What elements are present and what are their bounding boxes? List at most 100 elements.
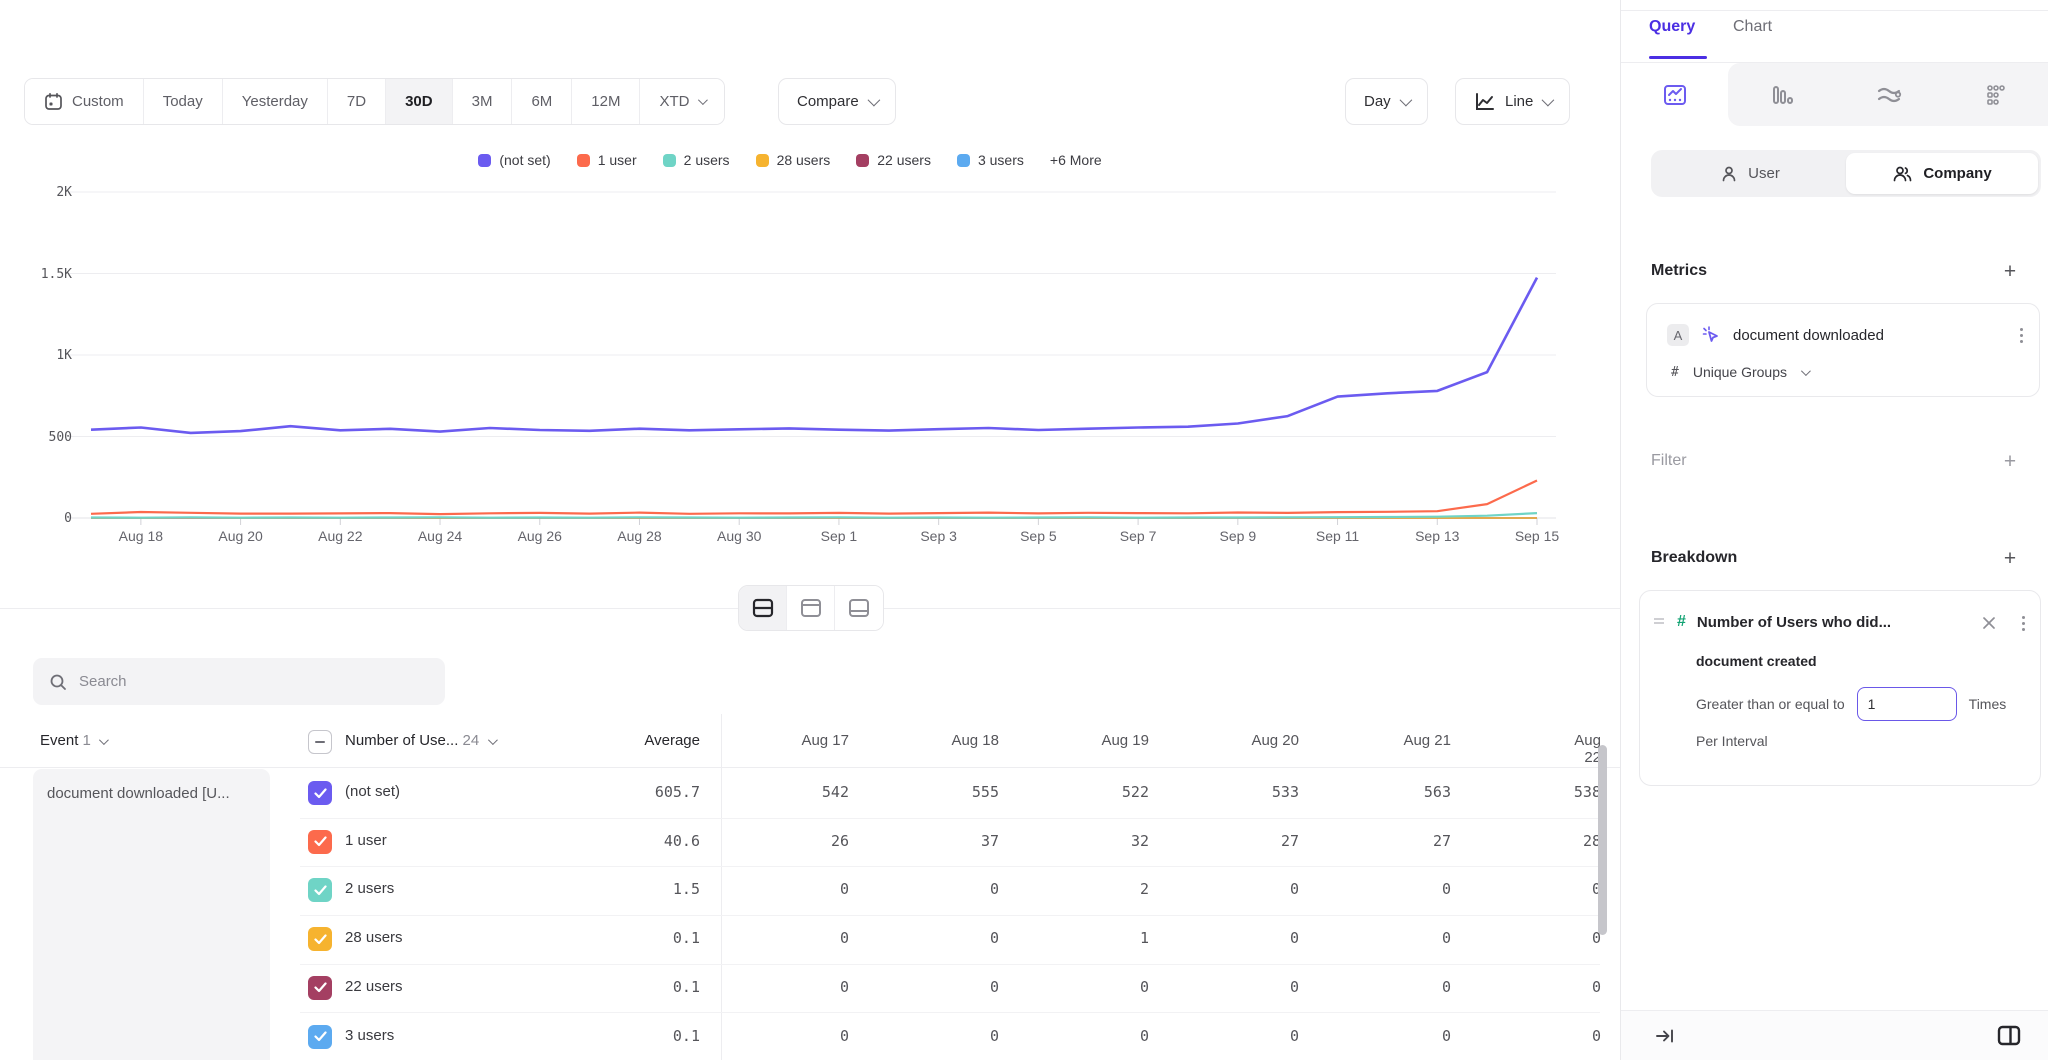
collapse-panel-icon[interactable] [1655, 1027, 1675, 1045]
check-icon [314, 836, 327, 847]
metric-letter-badge: A [1667, 324, 1689, 346]
layout-bottom-panel-button[interactable] [835, 586, 883, 630]
date-column-header[interactable]: Aug 19 [1101, 732, 1149, 749]
data-value: 26 [831, 832, 849, 850]
date-column-header[interactable]: Aug 20 [1251, 732, 1299, 749]
y-axis-label: 500 [14, 430, 72, 445]
layout-split-view-button[interactable] [739, 586, 787, 630]
panel-bar-chart-button[interactable] [1728, 63, 1835, 126]
breakdown-event-name[interactable]: document created [1696, 653, 1817, 669]
series-checkbox[interactable] [308, 781, 332, 805]
table-row: 3 users0.1000000 [0, 1013, 1620, 1060]
line-chart: 05001K1.5K2K Aug 18Aug 20Aug 22Aug 24Aug… [0, 0, 1620, 610]
x-axis-label: Aug 26 [518, 528, 562, 544]
breakdown-title[interactable]: Number of Users who did... [1697, 614, 1891, 631]
tab-chart[interactable]: Chart [1733, 18, 1772, 36]
results-table: Event 1 Number of Use... 24 Average Aug … [0, 714, 1620, 1060]
metric-event-name[interactable]: document downloaded [1733, 327, 1884, 344]
close-icon[interactable] [1982, 616, 1996, 630]
series-label: 2 users [345, 880, 394, 897]
scope-toggle: User Company [1651, 150, 2041, 197]
drag-handle-icon[interactable] [1652, 615, 1666, 629]
add-breakdown-button[interactable]: + [2000, 549, 2020, 569]
average-value: 0.1 [673, 978, 700, 996]
filter-heading: Filter [1651, 452, 1687, 470]
data-value: 542 [822, 783, 849, 801]
data-value: 1 [1140, 929, 1149, 947]
x-axis-label: Sep 15 [1515, 528, 1559, 544]
breakdown-kebab-menu[interactable] [2022, 616, 2025, 631]
breakdown-value-input[interactable] [1857, 687, 1957, 721]
side-panel-toggle-icon[interactable] [1997, 1025, 2021, 1046]
series-line-1-user[interactable] [91, 481, 1537, 515]
series-count: 24 [463, 732, 480, 749]
data-value: 27 [1433, 832, 1451, 850]
data-value: 0 [1442, 880, 1451, 898]
scope-company-button[interactable]: Company [1846, 153, 2038, 194]
y-axis-label: 1.5K [14, 267, 72, 282]
data-value: 0 [1592, 1027, 1601, 1045]
aggregation-selector[interactable]: Unique Groups [1693, 364, 1787, 380]
check-icon [314, 934, 327, 945]
data-value: 0 [840, 880, 849, 898]
series-checkbox[interactable] [308, 927, 332, 951]
x-axis-label: Sep 1 [821, 528, 858, 544]
analytics-app: CustomTodayYesterday7D30D3M6M12MXTD Comp… [0, 0, 2048, 1060]
data-value: 0 [1442, 978, 1451, 996]
table-search[interactable] [33, 658, 445, 705]
breakdown-condition[interactable]: Greater than or equal to [1696, 696, 1845, 712]
series-checkbox[interactable] [308, 976, 332, 1000]
average-value: 40.6 [664, 832, 700, 850]
data-value: 0 [1140, 1027, 1149, 1045]
numeric-property-icon: # [1677, 613, 1686, 631]
date-column-header[interactable]: Aug 22 [1574, 732, 1601, 766]
series-column-header[interactable]: Number of Use... 24 [345, 732, 495, 749]
date-column-header[interactable]: Aug 17 [801, 732, 849, 749]
panel-flow-chart-button[interactable] [1835, 63, 1942, 126]
data-value: 0 [1290, 880, 1299, 898]
panel-grid-dots-button[interactable] [1942, 63, 2048, 126]
data-value: 0 [840, 929, 849, 947]
check-icon [314, 982, 327, 993]
scope-user-button[interactable]: User [1654, 153, 1846, 194]
series-checkbox[interactable] [308, 1025, 332, 1049]
check-icon [314, 885, 327, 896]
select-all-checkbox[interactable] [308, 730, 332, 754]
y-axis-label: 1K [14, 348, 72, 363]
data-value: 0 [1290, 929, 1299, 947]
data-value: 563 [1424, 783, 1451, 801]
search-input[interactable] [79, 673, 409, 690]
data-value: 37 [981, 832, 999, 850]
metric-card[interactable]: A document downloaded # Unique Groups [1646, 303, 2040, 397]
search-icon [49, 673, 67, 691]
event-spark-icon [1701, 325, 1721, 345]
add-metric-button[interactable]: + [2000, 262, 2020, 282]
metric-kebab-menu[interactable] [2020, 328, 2023, 343]
chart-canvas[interactable] [0, 0, 1620, 610]
date-column-header[interactable]: Aug 18 [951, 732, 999, 749]
table-scrollbar[interactable] [1598, 745, 1607, 935]
grid-dots-icon [1983, 82, 2009, 108]
average-column-header[interactable]: Average [644, 732, 700, 749]
add-filter-button[interactable]: + [2000, 452, 2020, 472]
data-value: 0 [1442, 1027, 1451, 1045]
series-checkbox[interactable] [308, 878, 332, 902]
data-value: 0 [840, 1027, 849, 1045]
data-value: 0 [1592, 978, 1601, 996]
chevron-down-icon [99, 735, 109, 745]
series-checkbox[interactable] [308, 830, 332, 854]
chevron-down-icon [488, 735, 498, 745]
panel-line-chart-button[interactable] [1621, 63, 1728, 126]
data-value: 27 [1281, 832, 1299, 850]
breakdown-interval[interactable]: Per Interval [1696, 733, 1768, 749]
tab-query[interactable]: Query [1649, 18, 1695, 36]
layout-top-panel-button[interactable] [787, 586, 835, 630]
aggregation-prefix: # [1671, 365, 1679, 380]
data-value: 538 [1574, 783, 1601, 801]
date-column-header[interactable]: Aug 21 [1403, 732, 1451, 749]
event-column-header[interactable]: Event 1 [40, 732, 106, 749]
x-axis-label: Sep 13 [1415, 528, 1459, 544]
x-axis-label: Sep 3 [920, 528, 957, 544]
average-value: 605.7 [655, 783, 700, 801]
breakdown-card[interactable]: # Number of Users who did... document cr… [1639, 590, 2041, 786]
